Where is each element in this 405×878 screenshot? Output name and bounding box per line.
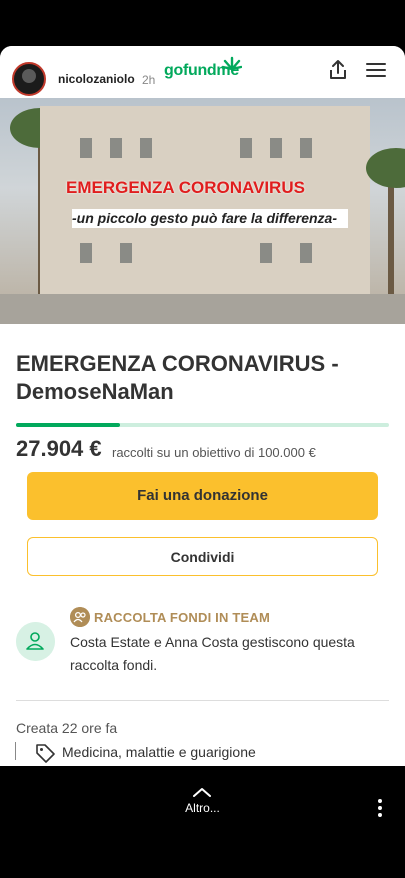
raised-amount: 27.904 € xyxy=(16,436,102,461)
chevron-up-icon[interactable] xyxy=(192,787,212,797)
menu-icon[interactable] xyxy=(364,60,388,80)
progress-bar xyxy=(16,423,389,427)
team-icon xyxy=(70,607,90,627)
hospital-building xyxy=(40,106,370,306)
street xyxy=(0,294,405,324)
more-button[interactable]: Altro... xyxy=(0,801,405,815)
more-options-icon[interactable] xyxy=(376,798,384,818)
story-header: nicolozaniolo 2h gofundme xyxy=(0,46,405,98)
share-icon[interactable] xyxy=(326,58,350,82)
donate-button[interactable]: Fai una donazione xyxy=(27,472,378,520)
organizer-text: Costa Estate e Anna Costa gestiscono que… xyxy=(70,634,355,673)
share-button[interactable]: Condividi xyxy=(27,537,378,576)
hero-title: EMERGENZA CORONAVIRUS xyxy=(66,178,305,197)
progress-fill xyxy=(16,423,121,427)
hero-subtitle: -un piccolo gesto può fare la differenza… xyxy=(72,209,348,228)
tag-icon xyxy=(36,744,55,763)
gofundme-burst-icon xyxy=(222,56,242,70)
divider xyxy=(16,700,389,701)
post-time: 2h xyxy=(142,73,156,87)
username[interactable]: nicolozaniolo xyxy=(58,72,135,86)
campaign-title: EMERGENZA CORONAVIRUS - DemoseNaMan xyxy=(16,351,339,404)
goal-caption: raccolti su un obiettivo di 100.000 € xyxy=(112,445,316,460)
campaign-hero-image: EMERGENZA CORONAVIRUS -un piccolo gesto … xyxy=(0,98,405,324)
team-label: RACCOLTA FONDI IN TEAM xyxy=(94,610,271,625)
avatar[interactable] xyxy=(12,62,46,96)
created-date: Creata 22 ore fa xyxy=(16,720,118,736)
category-link[interactable]: Medicina, malattie e guarigione xyxy=(62,744,256,760)
story-card: nicolozaniolo 2h gofundme EMERGENZA CORO… xyxy=(0,46,405,766)
category-divider xyxy=(15,742,16,760)
organizer-icon xyxy=(16,622,55,661)
